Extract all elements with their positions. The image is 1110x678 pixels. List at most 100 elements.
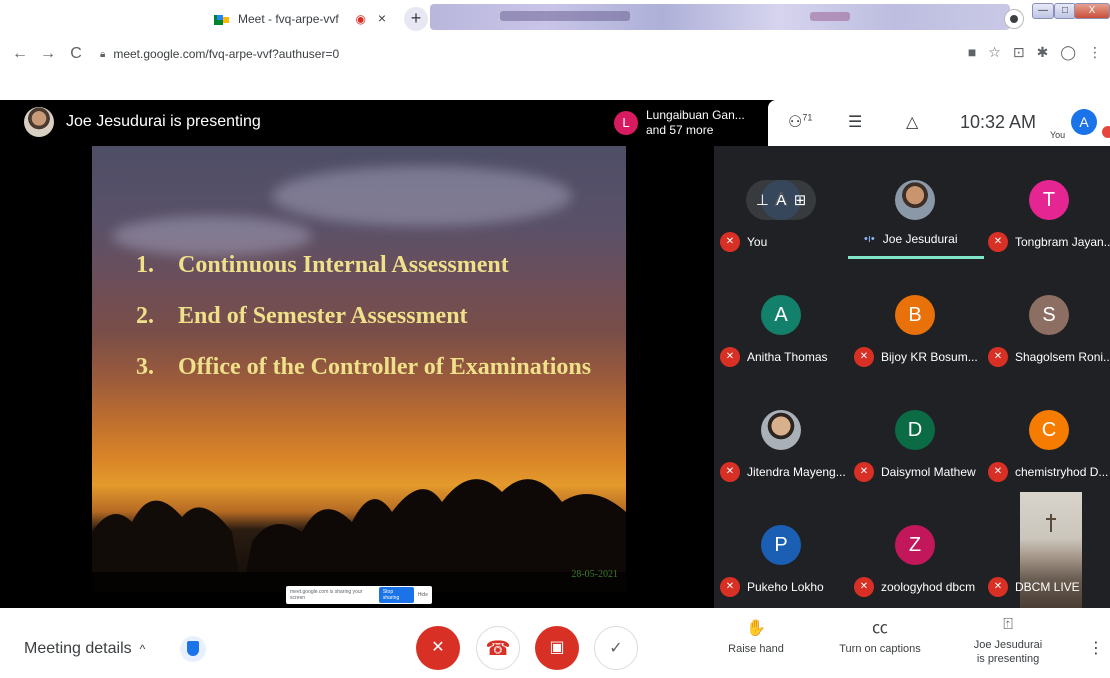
menu-icon[interactable]: ⋮	[1088, 44, 1102, 61]
blurred-tab-text	[810, 12, 850, 21]
participant-photo	[895, 180, 935, 220]
mic-toggle-button[interactable]: ✕	[416, 626, 460, 670]
new-tab-button[interactable]: +	[404, 7, 428, 31]
back-button[interactable]: ←	[6, 45, 34, 63]
participant-name: Daisymol Mathew	[881, 465, 976, 479]
mic-off-icon: ✕	[988, 462, 1008, 482]
slide-item: 3. Office of the Controller of Examinatio…	[136, 354, 592, 380]
close-tab-icon[interactable]: ×	[378, 10, 386, 26]
initial-a: A	[776, 191, 787, 209]
hide-button[interactable]: Hide	[418, 592, 428, 598]
participant-avatar: B	[895, 295, 935, 335]
mic-off-icon: ✕	[854, 462, 874, 482]
host-controls-shield-icon[interactable]	[180, 636, 206, 662]
notification-badge	[1102, 126, 1110, 138]
participant-avatar: L	[614, 111, 638, 135]
self-tile-controls[interactable]: ⊥ A ⊞	[746, 180, 816, 220]
check-icon: ✓	[609, 640, 623, 657]
raise-hand-button[interactable]: ✋ Raise hand	[726, 621, 786, 656]
participant-name: Pukeho Lokho	[747, 580, 824, 594]
participant-tile[interactable]: S ✕ Shagolsem Roni...	[982, 261, 1110, 376]
meeting-details-button[interactable]: Meeting details ^	[24, 640, 145, 658]
extension-icon[interactable]: ⊡	[1013, 44, 1025, 61]
participant-name: Joe Jesudurai	[882, 232, 958, 246]
chevron-up-icon: ^	[139, 642, 146, 656]
url-field[interactable]: 🔒︎ meet.google.com/fvq-arpe-vvf?authuser…	[100, 47, 339, 61]
participant-tile[interactable]: C ✕ chemistryhod D...	[982, 376, 1110, 491]
participant-tile[interactable]: ✕ DBCM LIVE	[982, 491, 1110, 606]
profile-icon[interactable]	[1004, 9, 1024, 29]
mic-off-icon: ✕	[988, 347, 1008, 367]
speaking-icon: •ı•	[864, 233, 875, 245]
activities-icon[interactable]: △	[906, 112, 918, 132]
presentation-stage: 1. Continuous Internal Assessment 2. End o…	[0, 146, 714, 608]
participant-name: Bijoy KR Bosum...	[881, 350, 978, 364]
raise-hand-label: Raise hand	[728, 643, 784, 655]
more-vert-icon[interactable]: ⋮	[1088, 638, 1104, 658]
participant-grid: A ⊥ A ⊞ ✕ You •ı• Joe Jesudurai T ✕ Tongbram …	[714, 146, 1110, 608]
participant-tile[interactable]: P ✕ Pukeho Lokho	[714, 491, 846, 606]
star-icon[interactable]: ☆	[988, 44, 1001, 61]
slide-cloud	[272, 166, 572, 226]
url-text: meet.google.com/fvq-arpe-vvf?authuser=0	[113, 47, 340, 61]
call-end-icon: ☎	[485, 638, 511, 660]
present-now-button[interactable]: ✓	[594, 626, 638, 670]
presenting-title: Joe Jesudurai is presenting	[66, 113, 261, 130]
participant-name: Shagolsem Roni...	[1015, 350, 1110, 364]
browser-tab-meet[interactable]: Meet - fvq-arpe-vvf ◉ ×	[200, 4, 400, 34]
close-window-button[interactable]: X	[1074, 3, 1110, 19]
forward-button[interactable]: →	[34, 45, 62, 63]
meet-header-panel: ⚇71 ☰ △ 10:32 AM You A	[768, 100, 1110, 146]
captions-button[interactable]: ㏄ Turn on captions	[830, 620, 930, 656]
slide-date: 28-05-2021	[571, 569, 618, 580]
self-avatar[interactable]: A	[1071, 109, 1097, 135]
participant-avatar: C	[1029, 410, 1069, 450]
participant-tile[interactable]: A ✕ Anitha Thomas	[714, 261, 846, 376]
stop-sharing-button[interactable]: Stop sharing	[378, 587, 414, 603]
participant-avatar: P	[761, 525, 801, 565]
camera-toggle-button[interactable]: ▣	[535, 626, 579, 670]
puzzle-icon[interactable]: ✱	[1037, 44, 1049, 61]
participant-name: You	[747, 235, 768, 249]
participant-tile[interactable]: Z ✕ zoologyhod dbcm	[848, 491, 980, 606]
other-participants-chip[interactable]: L Lungaibuan Gan... and 57 more	[614, 108, 745, 138]
mic-off-icon: ✕	[854, 577, 874, 597]
participant-name: zoologyhod dbcm	[881, 580, 976, 594]
address-bar: ← → C 🔒︎ meet.google.com/fvq-arpe-vvf?au…	[0, 36, 1110, 72]
clock: 10:32 AM	[960, 112, 1037, 132]
background-window-tabs	[430, 4, 1010, 30]
presenting-line-1: Joe Jesudurai	[973, 639, 1043, 651]
mic-off-icon: ✕	[431, 639, 445, 656]
participant-tile[interactable]: T ✕ Tongbram Jayan...	[982, 146, 1110, 261]
recording-dot-icon: ◉	[355, 12, 366, 26]
participant-name: Anitha Thomas	[747, 350, 828, 364]
you-label: You	[1050, 130, 1066, 140]
reload-button[interactable]: C	[62, 45, 90, 63]
meet-window: Joe Jesudurai is presenting L Lungaibuan…	[0, 100, 1110, 608]
avatar-icon[interactable]: ◯	[1060, 44, 1076, 61]
maximize-button[interactable]: □	[1054, 3, 1076, 19]
chat-icon[interactable]: ☰	[848, 112, 862, 132]
meet-top-bar: Joe Jesudurai is presenting L Lungaibuan…	[0, 100, 1110, 146]
captions-label: Turn on captions	[839, 643, 921, 655]
participant-tile[interactable]: A ⊥ A ⊞ ✕ You	[714, 146, 846, 261]
meet-logo-icon	[214, 13, 230, 26]
participant-tile[interactable]: D ✕ Daisymol Mathew	[848, 376, 980, 491]
videocam-off-icon: ▣	[549, 639, 565, 656]
presenting-line-2: is presenting	[976, 653, 1040, 665]
participant-tile[interactable]: ✕ Jitendra Mayeng...	[714, 376, 846, 491]
participant-tile[interactable]: •ı• Joe Jesudurai	[848, 146, 980, 261]
presentation-button[interactable]: ⍐ Joe Jesudurai is presenting	[966, 617, 1050, 666]
participant-name: DBCM LIVE	[1015, 580, 1080, 594]
minimize-button[interactable]: —	[1032, 3, 1054, 19]
presenter-avatar	[24, 107, 54, 137]
others-line-2: and 57 more	[646, 123, 714, 137]
people-icon[interactable]: ⚇71	[788, 112, 812, 132]
participant-tile[interactable]: B ✕ Bijoy KR Bosum...	[848, 261, 980, 376]
people-count: 71	[802, 112, 813, 123]
closed-caption-icon: ㏄	[871, 620, 888, 637]
leave-call-button[interactable]: ☎	[476, 626, 520, 670]
camera-icon[interactable]: ■	[968, 44, 976, 61]
slide-item: 1. Continuous Internal Assessment	[136, 252, 509, 278]
participant-name: Tongbram Jayan...	[1015, 235, 1110, 249]
